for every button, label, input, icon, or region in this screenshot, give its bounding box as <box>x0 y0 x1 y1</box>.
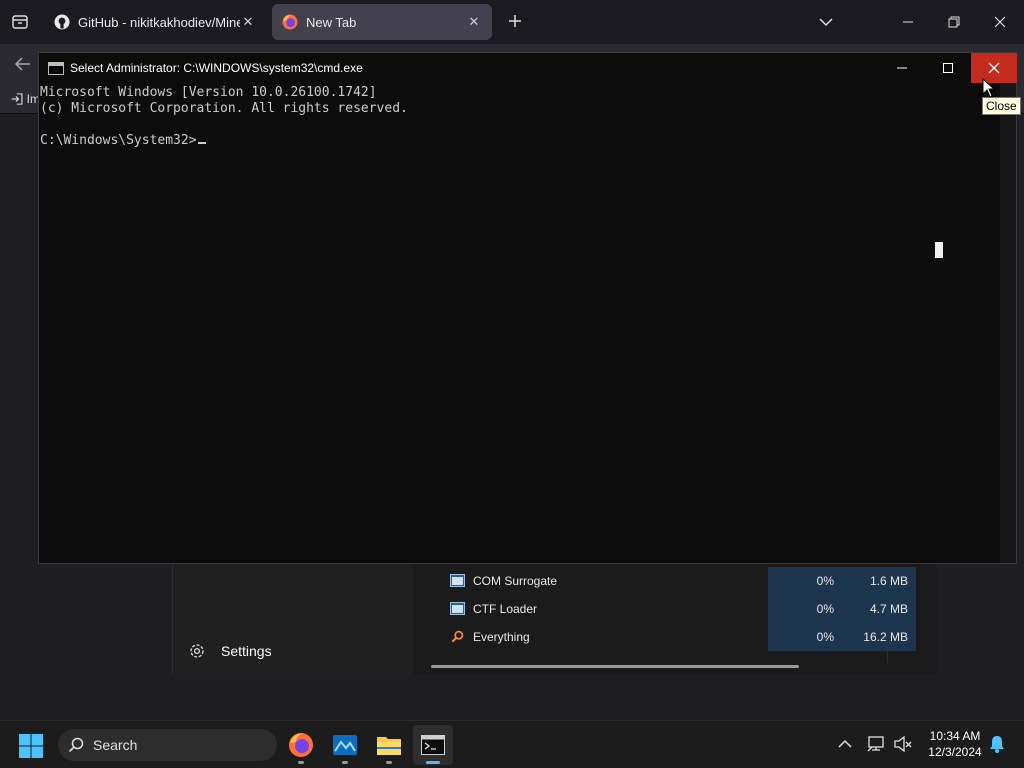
firefox-icon <box>289 733 313 757</box>
tab-github[interactable]: GitHub - nikitkakhodiev/Minecraft ✕ <box>44 4 266 40</box>
process-table: COM Surrogate 0% 1.6 MB CTF Loader 0% 4.… <box>413 563 937 675</box>
cpu-value: 0% <box>768 595 842 623</box>
table-row[interactable]: COM Surrogate 0% 1.6 MB <box>413 567 916 595</box>
window-app-icon <box>450 602 465 615</box>
running-indicator <box>386 761 392 764</box>
running-indicator <box>342 761 348 764</box>
chevron-up-icon <box>838 739 852 748</box>
console-icon <box>48 62 64 75</box>
cpu-value: 0% <box>768 567 842 595</box>
cmd-titlebar[interactable]: Select Administrator: C:\WINDOWS\system3… <box>39 53 1017 83</box>
speaker-muted-icon <box>894 735 912 753</box>
start-button[interactable] <box>18 733 44 759</box>
gear-icon <box>187 641 207 661</box>
import-bookmarks-button[interactable]: Im <box>10 89 40 109</box>
taskbar: Search 10:34 AM 12/3/2024 <box>0 720 1024 768</box>
vertical-scrollbar[interactable] <box>1000 83 1016 563</box>
maximize-icon <box>943 63 953 73</box>
browser-restore-button[interactable] <box>944 12 964 32</box>
cmd-window-title: Select Administrator: C:\WINDOWS\system3… <box>70 61 363 75</box>
terminal-icon <box>421 735 445 755</box>
console-prompt: C:\Windows\System32> <box>40 133 197 148</box>
browser-close-button[interactable] <box>990 12 1010 32</box>
horizontal-scrollbar[interactable] <box>431 665 799 668</box>
minimize-icon <box>897 67 907 69</box>
close-icon[interactable]: ✕ <box>466 14 482 30</box>
process-name: COM Surrogate <box>473 574 558 588</box>
tab-new-tab[interactable]: New Tab ✕ <box>272 4 492 40</box>
table-row[interactable]: CTF Loader 0% 4.7 MB <box>413 595 916 623</box>
tray-list-icon <box>12 15 28 29</box>
notifications-button[interactable] <box>986 733 1008 755</box>
windows-logo-icon <box>19 734 43 758</box>
close-icon <box>988 62 1000 74</box>
clock-time: 10:34 AM <box>929 729 981 743</box>
tab-title: New Tab <box>306 14 357 30</box>
back-button[interactable] <box>12 53 34 75</box>
taskbar-search[interactable]: Search <box>58 729 277 761</box>
new-tab-button[interactable] <box>504 10 526 32</box>
close-icon[interactable]: ✕ <box>240 14 256 30</box>
nav-item-settings[interactable]: Settings <box>187 641 272 661</box>
running-indicator <box>426 761 440 764</box>
browser-tabstrip: GitHub - nikitkakhodiev/Minecraft ✕ New … <box>0 0 1024 44</box>
arrow-left-icon <box>14 57 30 71</box>
taskbar-terminal[interactable] <box>413 725 453 765</box>
settings-label: Settings <box>221 643 272 659</box>
taskbar-clock[interactable]: 10:34 AM 12/3/2024 <box>916 728 994 760</box>
import-icon <box>11 93 23 105</box>
cmd-maximize-button[interactable] <box>925 53 971 83</box>
browser-minimize-button[interactable] <box>898 12 918 32</box>
search-icon <box>68 737 84 753</box>
show-hidden-icons-button[interactable] <box>834 733 856 755</box>
network-button[interactable] <box>866 733 888 755</box>
taskbar-photos[interactable] <box>325 725 365 765</box>
plus-icon <box>509 15 521 27</box>
mouse-pointer-icon <box>982 78 996 98</box>
cmd-window: Select Administrator: C:\WINDOWS\system3… <box>38 52 1017 564</box>
task-manager-window: Settings COM Surrogate 0% 1.6 MB CTF Loa… <box>172 562 937 675</box>
github-icon <box>54 14 70 30</box>
memory-value: 4.7 MB <box>842 595 916 623</box>
close-icon <box>994 16 1006 28</box>
taskbar-file-explorer[interactable] <box>369 725 409 765</box>
cmd-minimize-button[interactable] <box>879 53 925 83</box>
taskbar-firefox[interactable] <box>281 725 321 765</box>
volume-button[interactable] <box>892 733 914 755</box>
task-manager-nav: Settings <box>173 563 413 675</box>
process-name: CTF Loader <box>473 602 538 616</box>
magnifier-app-icon <box>451 630 464 643</box>
memory-value: 16.2 MB <box>842 623 916 651</box>
console-output[interactable]: Microsoft Windows [Version 10.0.26100.17… <box>39 83 1000 563</box>
table-row[interactable]: Everything 0% 16.2 MB <box>413 623 916 651</box>
close-tooltip: Close <box>982 97 1021 115</box>
running-indicator <box>298 761 304 764</box>
block-caret <box>935 242 943 258</box>
list-all-tabs-button[interactable] <box>816 12 836 32</box>
restore-icon <box>948 16 960 28</box>
window-app-icon <box>450 574 465 587</box>
network-icon <box>867 736 884 752</box>
file-explorer-icon <box>377 737 401 755</box>
console-line: (c) Microsoft Corporation. All rights re… <box>40 101 408 116</box>
minimize-icon <box>903 21 913 23</box>
photos-icon <box>333 735 357 755</box>
console-line: Microsoft Windows [Version 10.0.26100.17… <box>40 85 377 100</box>
chevron-down-icon <box>819 18 833 27</box>
firefox-icon <box>282 14 298 30</box>
memory-value: 1.6 MB <box>842 567 916 595</box>
console-prompt-line: C:\Windows\System32> <box>40 133 206 149</box>
bell-icon <box>990 736 1004 753</box>
text-cursor <box>197 142 206 144</box>
process-name: Everything <box>473 630 530 644</box>
clock-date: 12/3/2024 <box>928 745 982 759</box>
cpu-value: 0% <box>768 623 842 651</box>
tab-list-button[interactable] <box>8 10 32 34</box>
tab-title: GitHub - nikitkakhodiev/Minecraft <box>78 14 240 30</box>
search-label: Search <box>93 737 138 753</box>
